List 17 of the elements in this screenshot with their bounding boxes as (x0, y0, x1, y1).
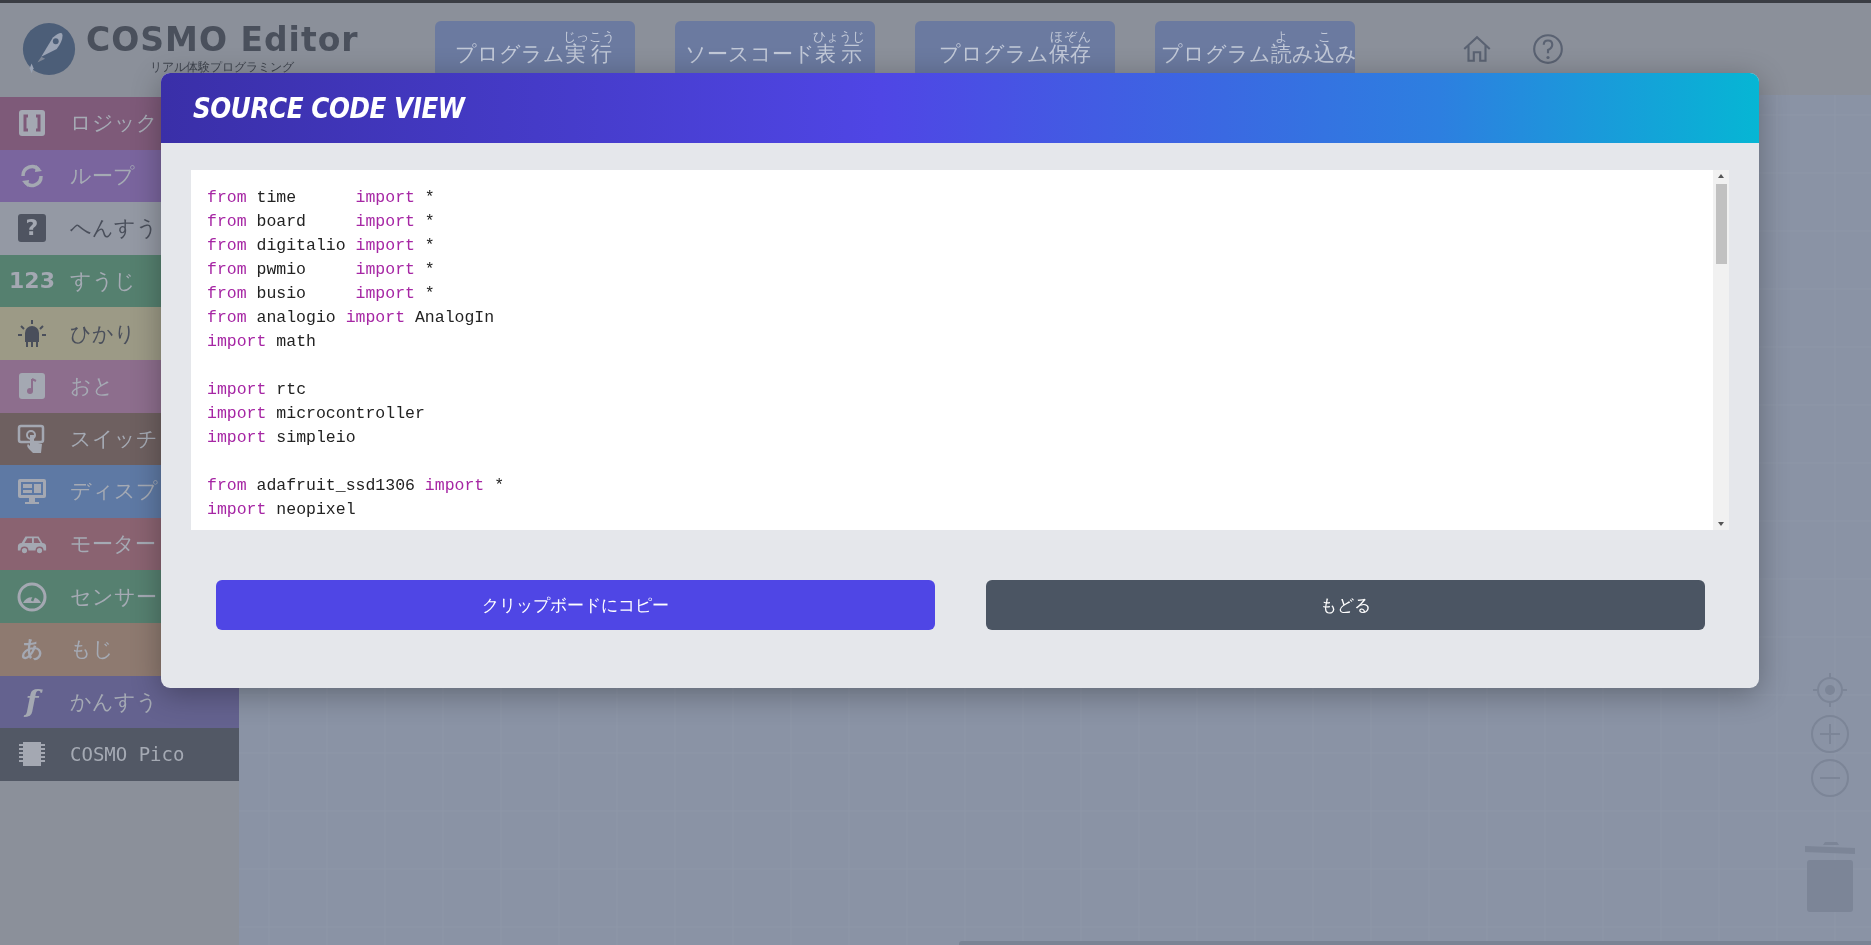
scrollbar-thumb[interactable] (1715, 184, 1727, 264)
app-name: COSMO Editor (86, 22, 359, 59)
category-item[interactable]: COSMO Pico (0, 728, 239, 781)
rocket-logo-icon (20, 20, 78, 78)
gauge-icon (17, 581, 47, 612)
back-button[interactable]: もどる (986, 580, 1705, 630)
help-icon[interactable] (1531, 32, 1565, 66)
brackets-icon (17, 108, 47, 139)
monitor-icon (17, 476, 47, 507)
category-glyph: あ (20, 638, 44, 661)
touch-screen-icon (17, 423, 47, 454)
copy-button[interactable]: クリップボードにコピー (216, 580, 935, 630)
vertical-scrollbar[interactable] (1713, 170, 1729, 530)
category-glyph: ? (17, 214, 47, 243)
music-note-icon (17, 371, 47, 402)
light-bulb-icon (17, 318, 47, 349)
category-glyph: 123 (9, 270, 55, 293)
